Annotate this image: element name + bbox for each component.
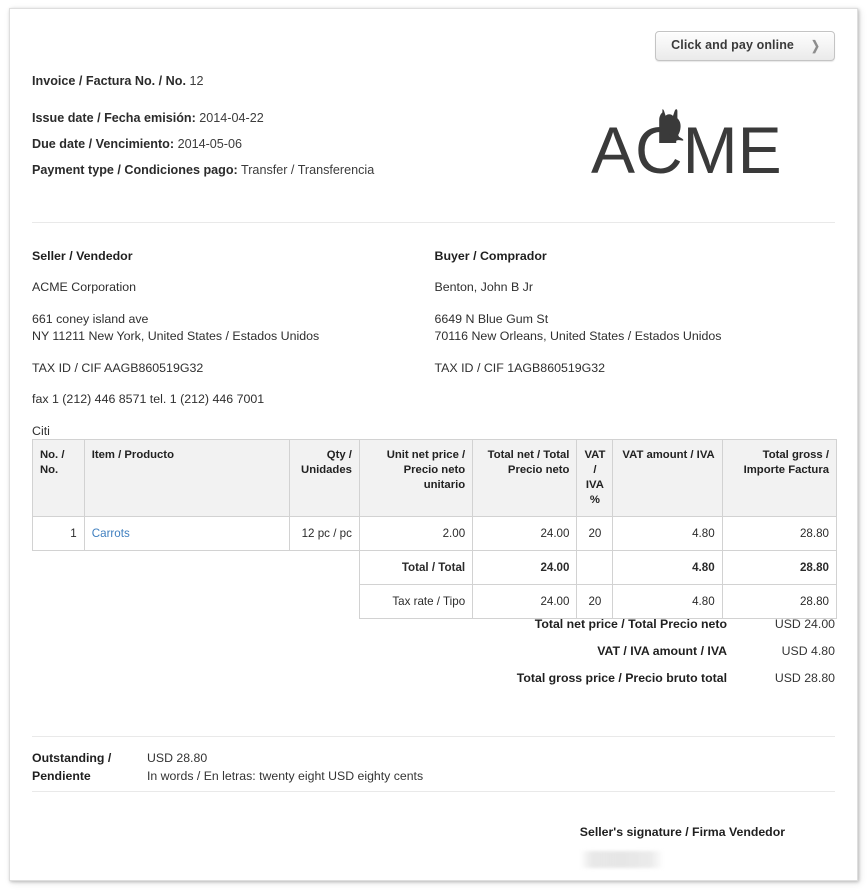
outstanding-body: USD 28.80 In words / En letras: twenty e… (147, 749, 423, 785)
outstanding-section: Outstanding / Pendiente USD 28.80 In wor… (32, 749, 423, 785)
total-spacer-item (84, 551, 289, 585)
seller-address-line1: 661 coney island ave (32, 311, 149, 326)
signature-label: Seller's signature / Firma Vendedor (579, 825, 785, 839)
col-header-item: Item / Producto (83, 438, 290, 518)
buyer-address-line2: 70116 New Orleans, United States / Estad… (434, 329, 722, 344)
buyer-address-line1: 6649 N Blue Gum St (434, 311, 549, 326)
pay-online-bar: Click and pay online ❯ (655, 31, 835, 61)
total-net-row: Total net price / Total Precio neto USD … (275, 617, 835, 631)
tax-spacer-item (84, 585, 289, 619)
tax-spacer-no (33, 585, 85, 619)
total-row-vat-pct (576, 550, 614, 586)
cell-item: Carrots (83, 516, 290, 552)
tax-rate-vat-pct: 20 (576, 584, 614, 620)
col-header-vat-amount: VAT amount / IVA (612, 438, 723, 518)
buyer-heading: Buyer / Comprador (434, 249, 547, 263)
seller-name: ACME Corporation (32, 280, 136, 294)
due-date-label: Due date / Vencimiento: (32, 137, 175, 151)
buyer-tax-id: TAX ID / CIF 1AGB860519G32 (434, 360, 606, 375)
cell-vat-pct: 20 (576, 516, 614, 552)
invoice-number-row: Invoice / Factura No. / No. 12 (32, 73, 374, 90)
outstanding-in-words: In words / En letras: twenty eight USD e… (147, 769, 424, 784)
table-total-row: Total / Total 24.00 4.80 28.80 (33, 550, 838, 586)
item-link-carrots[interactable]: Carrots (92, 527, 130, 540)
pay-button-label: Click and pay online (671, 38, 794, 53)
total-gross-row: Total gross price / Precio bruto total U… (275, 671, 835, 685)
table-row: 1 Carrots 12 pc / pc 2.00 24.00 20 4.80 … (32, 516, 838, 552)
table-header-row: No. / No. Item / Producto Qty / Unidades… (32, 438, 838, 518)
col-header-qty: Qty / Unidades (288, 438, 360, 518)
line-items-header: No. / No. Item / Producto Qty / Unidades… (32, 438, 838, 518)
invoice-page: Click and pay online ❯ Invoice / Factura… (9, 8, 858, 881)
due-date-value: 2014-05-06 (177, 137, 242, 151)
invoice-meta: Invoice / Factura No. / No. 12 Issue dat… (32, 73, 374, 188)
outstanding-top-divider (32, 736, 835, 737)
signature-image-redacted (579, 851, 664, 868)
total-row-label: Total / Total (358, 550, 474, 586)
totals-summary: Total net price / Total Precio neto USD … (275, 617, 835, 698)
total-gross-value: USD 28.80 (774, 671, 835, 685)
payment-type-label: Payment type / Condiciones pago: (32, 163, 238, 177)
chevron-right-icon: ❯ (811, 38, 820, 53)
vat-amount-row: VAT / IVA amount / IVA USD 4.80 (275, 644, 835, 658)
acme-logo: ACME (591, 101, 831, 181)
col-header-vat-pct: VAT / IVA % (576, 438, 614, 518)
invoice-number-value: 12 (189, 74, 204, 88)
seller-heading: Seller / Vendedor (32, 249, 133, 263)
cell-gross: 28.80 (721, 516, 838, 552)
total-row-vat-amount: 4.80 (612, 550, 723, 586)
outstanding-label-line1: Outstanding / (32, 751, 112, 765)
issue-date-value: 2014-04-22 (199, 111, 264, 125)
header-divider (32, 222, 835, 223)
total-row-gross: 28.80 (721, 550, 838, 586)
buyer-name: Benton, John B Jr (434, 280, 534, 294)
issue-date-label: Issue date / Fecha emisión: (32, 111, 196, 125)
total-spacer-qty (289, 551, 359, 585)
cell-unit-price: 2.00 (358, 516, 474, 552)
tax-rate-net: 24.00 (472, 584, 578, 620)
line-items-table: No. / No. Item / Producto Qty / Unidades… (32, 438, 838, 620)
buyer-address: 6649 N Blue Gum St 70116 New Orleans, Un… (435, 311, 838, 346)
outstanding-label-line2: Pendiente (32, 769, 91, 784)
seller-tax-id: TAX ID / CIF AAGB860519G32 (32, 360, 204, 375)
vat-amount-value: USD 4.80 (781, 644, 835, 658)
total-net-value: USD 24.00 (774, 617, 835, 631)
col-header-unit-price: Unit net price / Precio neto unitario (358, 438, 474, 518)
cell-qty: 12 pc / pc (288, 516, 360, 552)
tax-rate-label: Tax rate / Tipo (358, 584, 474, 620)
seller-bank-name: Citi (32, 424, 50, 439)
outstanding-label: Outstanding / Pendiente (32, 749, 147, 785)
col-header-gross: Total gross / Importe Factura (721, 438, 838, 518)
total-spacer-no (33, 551, 85, 585)
col-header-no: No. / No. (32, 438, 85, 518)
seller-address: 661 coney island ave NY 11211 New York, … (32, 311, 435, 346)
tax-spacer-qty (289, 585, 359, 619)
tax-rate-vat-amount: 4.80 (612, 584, 723, 620)
table-tax-rate-row: Tax rate / Tipo 24.00 20 4.80 28.80 (33, 584, 838, 620)
vat-amount-label: VAT / IVA amount / IVA (597, 644, 727, 658)
total-row-net: 24.00 (472, 550, 578, 586)
cell-vat-amount: 4.80 (612, 516, 723, 552)
seller-address-line2: NY 11211 New York, United States / Estad… (32, 329, 320, 344)
col-header-total-net: Total net / Total Precio neto (472, 438, 578, 518)
outstanding-amount: USD 28.80 (147, 751, 208, 765)
cell-no: 1 (32, 516, 85, 552)
acme-wordmark: ACME (591, 113, 782, 181)
due-date-row: Due date / Vencimiento: 2014-05-06 (32, 136, 374, 153)
total-gross-label: Total gross price / Precio bruto total (516, 671, 727, 685)
issue-date-row: Issue date / Fecha emisión: 2014-04-22 (32, 110, 374, 127)
payment-type-value: Transfer / Transferencia (241, 163, 375, 177)
payment-type-row: Payment type / Condiciones pago: Transfe… (32, 162, 374, 179)
total-net-label: Total net price / Total Precio neto (534, 617, 727, 631)
line-items-body: 1 Carrots 12 pc / pc 2.00 24.00 20 4.80 … (32, 516, 838, 620)
seller-contact: fax 1 (212) 446 8571 tel. 1 (212) 446 70… (32, 392, 265, 407)
invoice-number-label: Invoice / Factura No. / No. (32, 74, 186, 88)
click-and-pay-online-button[interactable]: Click and pay online ❯ (655, 31, 835, 61)
outstanding-bottom-divider (32, 791, 835, 792)
signature-section: Seller's signature / Firma Vendedor (579, 825, 785, 868)
tax-rate-gross: 28.80 (721, 584, 838, 620)
cell-total-net: 24.00 (472, 516, 578, 552)
